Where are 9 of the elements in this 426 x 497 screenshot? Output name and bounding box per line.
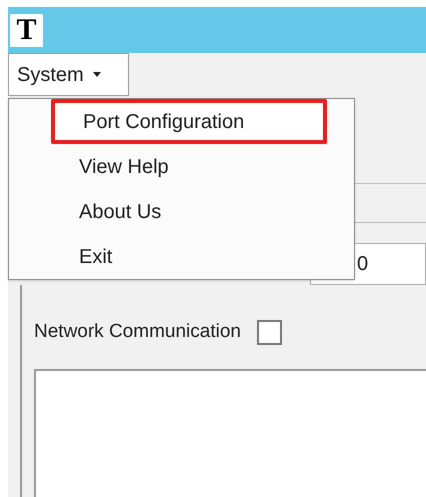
network-communication-checkbox[interactable]: [256, 320, 282, 344]
menu-item[interactable]: About Us: [51, 189, 354, 234]
app-icon: T: [10, 14, 43, 46]
log-text-area[interactable]: [34, 369, 426, 497]
menu-item[interactable]: View Help: [51, 144, 354, 189]
caret-icon: [92, 72, 102, 78]
network-communication-label: Network Communication: [34, 320, 241, 344]
system-menu[interactable]: System: [8, 53, 129, 96]
menu-item[interactable]: Port Configuration: [51, 99, 327, 144]
